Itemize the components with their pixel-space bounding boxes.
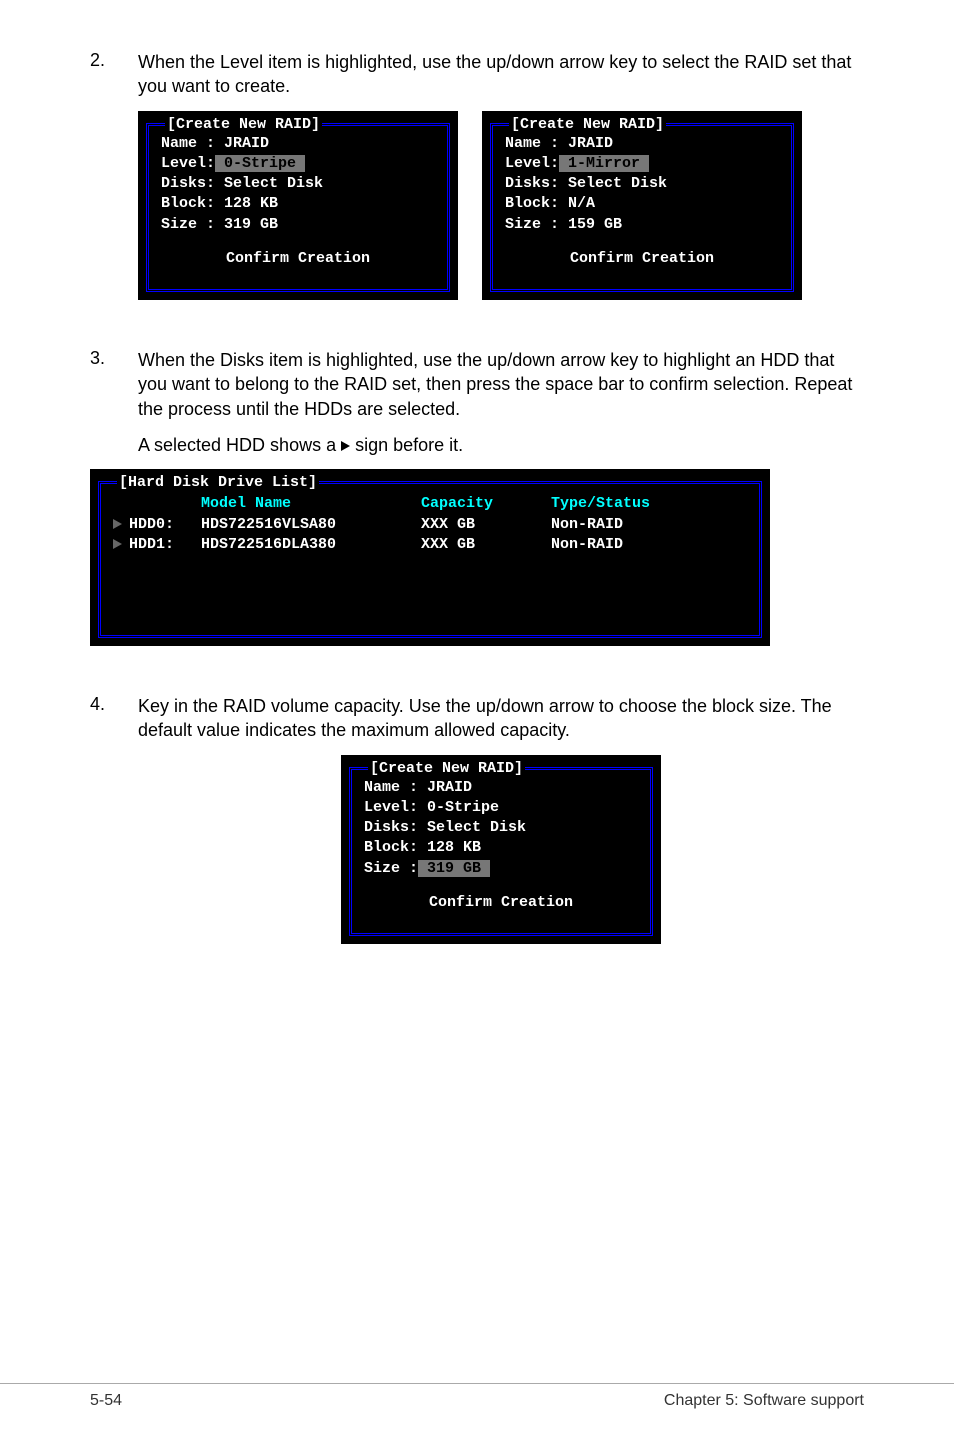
- page-number: 5-54: [90, 1392, 122, 1410]
- panel-title: [Create New RAID]: [509, 116, 666, 133]
- field-disks: Disks: Select Disk: [364, 818, 638, 838]
- field-block: Block: 128 KB: [364, 838, 638, 858]
- step-number: 2.: [90, 50, 138, 330]
- step-text: Key in the RAID volume capacity. Use the…: [138, 694, 864, 743]
- hdd-cap: XXX GB: [421, 515, 551, 535]
- selected-icon: [113, 539, 122, 549]
- bios-panel-mirror: [Create New RAID] Name : JRAID Level: 1-…: [482, 111, 802, 301]
- hdr-type: Type/Status: [551, 494, 747, 514]
- hdd-model: HDS722516VLSA80: [201, 515, 421, 535]
- field-size: Size : 159 GB: [505, 215, 779, 235]
- field-block: Block: N/A: [505, 194, 779, 214]
- page-footer: 5-54 Chapter 5: Software support: [0, 1383, 954, 1438]
- field-level-value[interactable]: 0-Stripe: [215, 155, 305, 172]
- chapter-title: Chapter 5: Software support: [664, 1392, 864, 1410]
- field-name: Name : JRAID: [161, 134, 435, 154]
- field-name: Name : JRAID: [505, 134, 779, 154]
- confirm-creation[interactable]: Confirm Creation: [364, 893, 638, 913]
- field-size: Size : 319 GB: [161, 215, 435, 235]
- hdr-capacity: Capacity: [421, 494, 551, 514]
- field-level-value[interactable]: 1-Mirror: [559, 155, 649, 172]
- hdd-type: Non-RAID: [551, 535, 747, 555]
- field-level: Level: 0-Stripe: [364, 798, 638, 818]
- bios-panel-stripe: [Create New RAID] Name : JRAID Level: 0-…: [138, 111, 458, 301]
- triangle-icon: [341, 441, 350, 451]
- field-size-key: Size :: [364, 860, 418, 877]
- hdd-cap: XXX GB: [421, 535, 551, 555]
- step-text: When the Disks item is highlighted, use …: [138, 348, 864, 421]
- field-level-key: Level:: [161, 155, 215, 172]
- field-size-value[interactable]: 319 GB: [418, 860, 490, 877]
- hdr-model: Model Name: [201, 494, 421, 514]
- field-disks: Disks: Select Disk: [161, 174, 435, 194]
- field-disks: Disks: Select Disk: [505, 174, 779, 194]
- step-text: When the Level item is highlighted, use …: [138, 50, 864, 99]
- panel-title: [Create New RAID]: [165, 116, 322, 133]
- field-name: Name : JRAID: [364, 778, 638, 798]
- confirm-creation[interactable]: Confirm Creation: [161, 249, 435, 269]
- step-subtext: A selected HDD shows a sign before it.: [138, 433, 864, 457]
- field-level-key: Level:: [505, 155, 559, 172]
- selected-icon: [113, 519, 122, 529]
- hdd-id: HDD1:: [129, 535, 201, 555]
- step-number: 4.: [90, 694, 138, 974]
- panel-title: [Hard Disk Drive List]: [117, 474, 319, 491]
- hdd-row[interactable]: HDD1: HDS722516DLA380 XXX GB Non-RAID: [113, 535, 747, 555]
- hdd-type: Non-RAID: [551, 515, 747, 535]
- hdd-model: HDS722516DLA380: [201, 535, 421, 555]
- field-block: Block: 128 KB: [161, 194, 435, 214]
- bios-panel-hdd-list: [Hard Disk Drive List] Model Name Capaci…: [90, 469, 770, 646]
- panel-title: [Create New RAID]: [368, 760, 525, 777]
- hdd-row[interactable]: HDD0: HDS722516VLSA80 XXX GB Non-RAID: [113, 515, 747, 535]
- confirm-creation[interactable]: Confirm Creation: [505, 249, 779, 269]
- bios-panel-size: [Create New RAID] Name : JRAID Level: 0-…: [341, 755, 661, 945]
- hdd-id: HDD0:: [129, 515, 201, 535]
